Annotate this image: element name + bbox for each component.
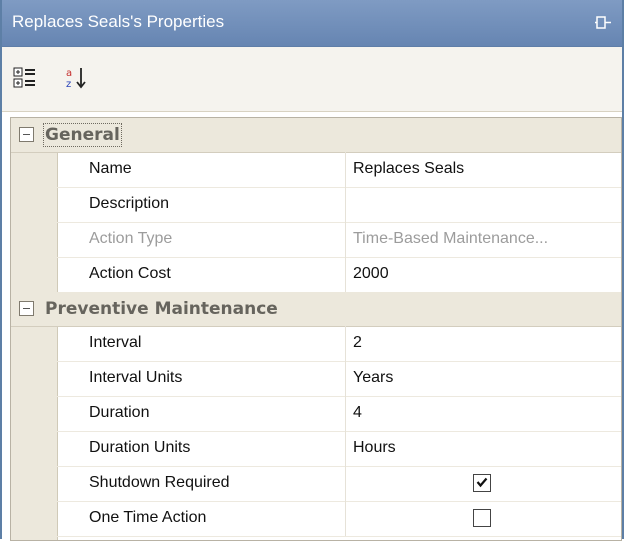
property-row-duration-units[interactable]: Duration Units Hours xyxy=(57,431,621,467)
property-grid: General Name Replaces Seals Description … xyxy=(10,117,622,541)
property-label: Name xyxy=(89,160,132,177)
property-label: Shutdown Required xyxy=(89,474,230,491)
property-row-shutdown-required[interactable]: Shutdown Required xyxy=(57,466,621,502)
column-divider xyxy=(345,187,346,222)
category-label: Preventive Maintenance xyxy=(45,299,278,319)
property-label: Duration xyxy=(89,404,150,421)
property-row-name[interactable]: Name Replaces Seals xyxy=(57,152,621,188)
property-label: Duration Units xyxy=(89,439,191,456)
category-label: General xyxy=(43,123,122,147)
properties-panel: Replaces Seals's Properties a z General … xyxy=(0,0,624,541)
property-row-duration[interactable]: Duration 4 xyxy=(57,396,621,432)
column-divider xyxy=(345,431,346,466)
property-value[interactable]: Hours xyxy=(353,439,615,457)
svg-text:a: a xyxy=(66,68,72,79)
property-value[interactable]: Replaces Seals xyxy=(353,160,615,178)
svg-text:z: z xyxy=(66,79,71,90)
pin-icon[interactable] xyxy=(594,13,614,33)
property-value[interactable]: Years xyxy=(353,369,615,387)
shutdown-required-checkbox[interactable] xyxy=(473,474,491,492)
property-row-action-type[interactable]: Action Type Time-Based Maintenance... xyxy=(57,222,621,258)
column-divider xyxy=(345,257,346,292)
property-label: Action Type xyxy=(89,230,173,247)
alphabetical-sort-icon[interactable]: a z xyxy=(64,65,90,91)
category-preventive-maintenance[interactable]: Preventive Maintenance xyxy=(11,292,621,327)
property-value[interactable]: 4 xyxy=(353,404,615,422)
toolbar: a z xyxy=(2,47,622,112)
property-value[interactable]: 2000 xyxy=(353,265,615,283)
column-divider xyxy=(345,326,346,361)
column-divider xyxy=(345,396,346,431)
column-divider xyxy=(345,466,346,501)
grid-margin xyxy=(11,118,58,540)
column-divider xyxy=(345,152,346,187)
title-bar: Replaces Seals's Properties xyxy=(2,0,622,47)
property-label: Interval Units xyxy=(89,369,183,386)
column-divider xyxy=(345,361,346,396)
collapse-icon[interactable] xyxy=(19,301,34,316)
property-label: Action Cost xyxy=(89,265,171,282)
property-row-description[interactable]: Description xyxy=(57,187,621,223)
property-row-interval-units[interactable]: Interval Units Years xyxy=(57,361,621,397)
property-label: Interval xyxy=(89,334,142,351)
checkmark-icon xyxy=(476,477,488,488)
one-time-action-checkbox[interactable] xyxy=(473,509,491,527)
column-divider xyxy=(345,222,346,257)
category-general[interactable]: General xyxy=(11,118,621,153)
column-divider xyxy=(345,501,346,536)
collapse-icon[interactable] xyxy=(19,127,34,142)
property-row-interval[interactable]: Interval 2 xyxy=(57,326,621,362)
property-label: Description xyxy=(89,195,170,212)
property-label: One Time Action xyxy=(89,509,207,526)
panel-title: Replaces Seals's Properties xyxy=(12,12,225,31)
categorized-view-icon[interactable] xyxy=(12,65,38,91)
property-value[interactable]: 2 xyxy=(353,334,615,352)
property-value: Time-Based Maintenance... xyxy=(353,230,549,247)
property-row-one-time-action[interactable]: One Time Action xyxy=(57,501,621,537)
property-row-action-cost[interactable]: Action Cost 2000 xyxy=(57,257,621,293)
